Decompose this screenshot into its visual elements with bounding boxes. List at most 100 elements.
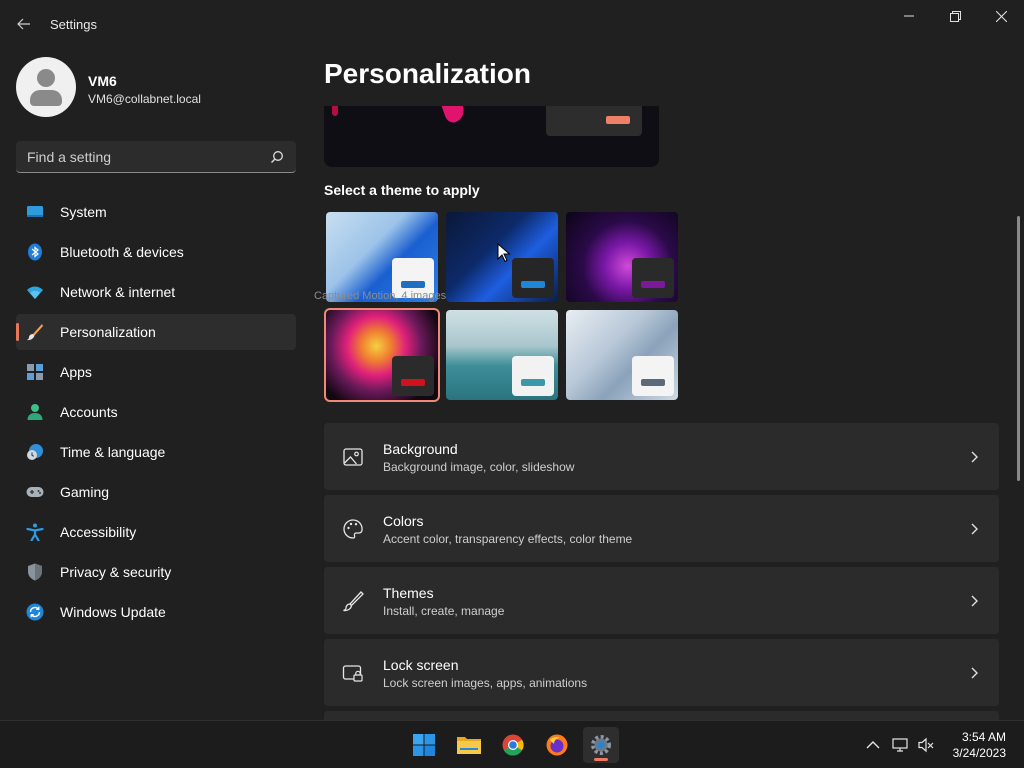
sidebar-item-privacy[interactable]: Privacy & security <box>16 554 296 590</box>
minimize-button[interactable] <box>886 0 932 32</box>
theme-tooltip: Captured Motion, 4 images <box>314 290 447 302</box>
avatar <box>16 57 76 117</box>
sidebar-item-personalization[interactable]: Personalization <box>16 314 296 350</box>
theme-grid <box>324 210 684 404</box>
sidebar-item-label: Gaming <box>60 484 110 500</box>
sidebar-item-system[interactable]: System <box>16 194 296 230</box>
page-title: Personalization <box>324 58 531 89</box>
start-icon <box>413 734 435 756</box>
accessibility-icon <box>26 523 44 541</box>
system-icon <box>27 206 43 217</box>
card-subtitle: Accent color, transparency effects, colo… <box>383 532 633 546</box>
minimize-icon <box>904 15 914 17</box>
sidebar-item-network[interactable]: Network & internet <box>16 274 296 310</box>
network-icon <box>27 286 43 299</box>
lock-screen-icon <box>342 665 363 682</box>
sidebar-item-label: Accessibility <box>60 524 137 540</box>
sidebar-item-gaming[interactable]: Gaming <box>16 474 296 510</box>
card-title: Lock screen <box>383 657 459 673</box>
theme-tile[interactable] <box>566 212 678 302</box>
clock-date: 3/24/2023 <box>952 746 1006 760</box>
brush-icon <box>27 324 43 341</box>
clock[interactable]: 3:54 AM 3/24/2023 <box>953 729 1006 761</box>
palette-icon <box>343 519 363 539</box>
title-bar: Settings <box>0 0 1024 48</box>
chevron-up-icon[interactable] <box>865 737 881 753</box>
sidebar-item-time-language[interactable]: Time & language <box>16 434 296 470</box>
settings-icon <box>591 735 611 755</box>
sidebar-item-label: Privacy & security <box>60 564 172 580</box>
sidebar-item-label: Network & internet <box>60 284 176 300</box>
card-subtitle: Background image, color, slideshow <box>383 460 575 474</box>
theme-tile[interactable] <box>566 310 678 400</box>
card-title: Themes <box>383 585 434 601</box>
themes-card[interactable]: Themes Install, create, manage <box>324 567 999 634</box>
sidebar-item-bluetooth[interactable]: Bluetooth & devices <box>16 234 296 270</box>
lock-screen-card[interactable]: Lock screen Lock screen images, apps, an… <box>324 639 999 706</box>
theme-accent-swatch <box>641 281 665 288</box>
user-email: VM6@collabnet.local <box>88 92 201 106</box>
chrome-icon <box>502 734 524 756</box>
maximize-button[interactable] <box>932 0 978 32</box>
theme-preview <box>324 106 659 167</box>
apps-icon <box>27 364 43 380</box>
sidebar-nav: System Bluetooth & devices Network & int… <box>16 194 296 634</box>
accounts-icon <box>27 404 43 420</box>
search-box[interactable] <box>16 141 296 173</box>
taskbar: 3:54 AM 3/24/2023 <box>0 720 1024 768</box>
scrollbar-thumb[interactable] <box>1017 216 1020 481</box>
background-card[interactable]: Background Background image, color, slid… <box>324 423 999 490</box>
taskbar-chrome[interactable] <box>495 727 531 763</box>
mouse-cursor-icon <box>497 243 511 263</box>
card-subtitle: Lock screen images, apps, animations <box>383 676 588 690</box>
user-name: VM6 <box>88 73 117 89</box>
theme-tile[interactable] <box>446 310 558 400</box>
chevron-right-icon <box>971 595 978 607</box>
file-explorer-icon <box>457 737 481 754</box>
search-icon[interactable] <box>270 150 284 164</box>
sidebar-item-label: Time & language <box>60 444 166 460</box>
theme-accent-swatch <box>521 379 545 386</box>
back-button[interactable] <box>10 10 38 38</box>
back-arrow-icon <box>17 18 30 30</box>
time-language-icon <box>27 444 43 460</box>
restore-icon <box>949 10 961 22</box>
sidebar-item-label: Apps <box>60 364 92 380</box>
sidebar-item-accounts[interactable]: Accounts <box>16 394 296 430</box>
card-title: Background <box>383 441 458 457</box>
chevron-right-icon <box>971 451 978 463</box>
display-network-icon[interactable] <box>892 737 908 753</box>
search-input[interactable] <box>16 141 261 172</box>
theme-tile[interactable] <box>326 212 438 302</box>
taskbar-file-explorer[interactable] <box>451 727 487 763</box>
theme-accent-swatch <box>401 281 425 288</box>
card-title: Colors <box>383 513 424 529</box>
taskbar-settings[interactable] <box>583 727 619 763</box>
user-profile[interactable]: VM6 VM6@collabnet.local <box>16 57 296 117</box>
theme-accent-swatch <box>401 379 425 386</box>
sidebar-item-windows-update[interactable]: Windows Update <box>16 594 296 630</box>
chevron-right-icon <box>971 523 978 535</box>
sidebar-item-label: Accounts <box>60 404 118 420</box>
start-button[interactable] <box>406 727 442 763</box>
sidebar-item-label: Personalization <box>60 324 156 340</box>
volume-muted-icon[interactable] <box>918 737 934 753</box>
clock-time: 3:54 AM <box>961 730 1006 744</box>
image-icon <box>343 448 363 466</box>
shield-icon <box>28 563 42 581</box>
close-button[interactable] <box>978 0 1024 32</box>
taskbar-firefox[interactable] <box>539 727 575 763</box>
chevron-right-icon <box>971 667 978 679</box>
pen-brush-icon <box>343 591 364 612</box>
sidebar-item-apps[interactable]: Apps <box>16 354 296 390</box>
theme-accent-swatch <box>641 379 665 386</box>
bluetooth-icon <box>28 243 42 261</box>
sidebar-item-accessibility[interactable]: Accessibility <box>16 514 296 550</box>
theme-tile[interactable] <box>324 308 440 402</box>
next-card-partial[interactable] <box>324 711 999 720</box>
theme-accent-swatch <box>521 281 545 288</box>
firefox-icon <box>546 734 568 756</box>
app-title: Settings <box>50 17 97 32</box>
colors-card[interactable]: Colors Accent color, transparency effect… <box>324 495 999 562</box>
sidebar-item-label: Bluetooth & devices <box>60 244 184 260</box>
